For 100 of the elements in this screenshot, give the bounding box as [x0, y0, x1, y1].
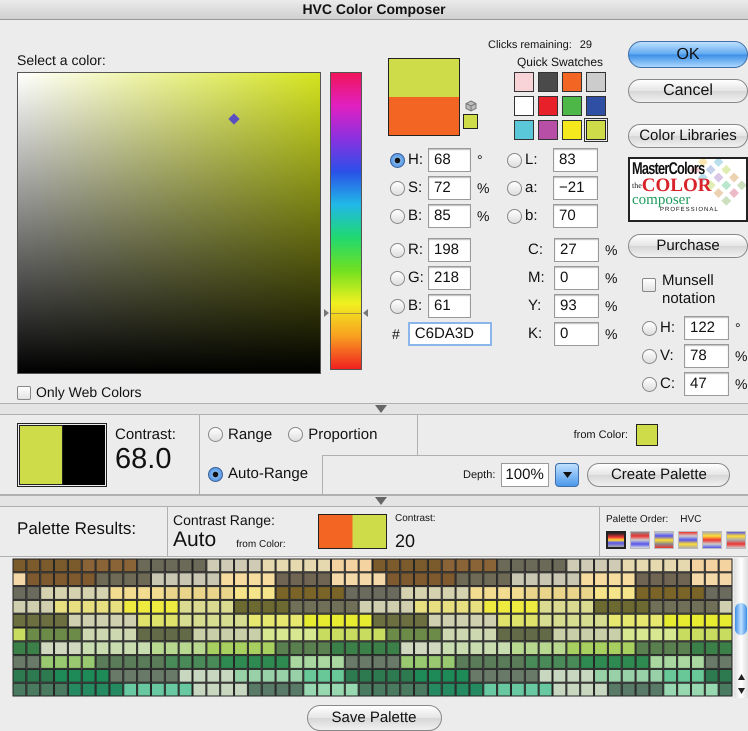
radio-button[interactable] [507, 180, 522, 196]
arrow-down-icon [738, 688, 744, 694]
input-field[interactable]: 68 [428, 148, 471, 172]
input-field[interactable]: 47 [684, 372, 729, 396]
field-label: Select a color: [17, 52, 107, 68]
radio-button[interactable] [507, 208, 522, 224]
unit-label: % [477, 206, 490, 226]
input-field[interactable]: 122 [684, 316, 729, 340]
input-field[interactable]: 85 [428, 204, 471, 228]
radio-button[interactable] [390, 298, 405, 314]
input-field[interactable]: 72 [428, 176, 471, 200]
input-field[interactable]: 70 [553, 204, 598, 228]
input-field[interactable]: 78 [684, 344, 729, 368]
quick-swatch[interactable] [586, 120, 606, 140]
radio-button[interactable] [390, 152, 405, 168]
contrast-label: Contrast: [395, 512, 436, 526]
palette-grid-drawing[interactable] [12, 558, 734, 698]
logo-subtitle: composer [632, 194, 690, 207]
quick-swatch[interactable] [562, 96, 582, 116]
create-palette-button[interactable]: Create Palette [587, 462, 730, 487]
input-field[interactable]: 83 [553, 148, 598, 172]
checkbox[interactable] [17, 386, 31, 400]
hue-slider[interactable] [330, 72, 362, 370]
radio-button[interactable] [208, 427, 223, 442]
hex-input-field[interactable]: C6DA3D [408, 322, 492, 346]
quick-swatch[interactable] [538, 120, 558, 140]
quick-swatch[interactable] [514, 72, 534, 92]
depth-label: Depth: [463, 468, 496, 482]
input-field[interactable]: 0 [554, 322, 599, 346]
radio-button[interactable] [642, 348, 657, 364]
quick-swatch[interactable] [586, 96, 606, 116]
quick-swatch[interactable] [586, 72, 606, 92]
unit-label: % [605, 268, 618, 288]
ok-button[interactable]: OK [628, 41, 748, 68]
cube-icon[interactable] [464, 100, 476, 112]
quick-swatch[interactable] [538, 72, 558, 92]
scroll-thumb[interactable] [735, 603, 747, 635]
slider-pointer-icon[interactable] [324, 309, 329, 318]
input-field[interactable]: 61 [428, 294, 471, 318]
slider-pointer-icon[interactable] [363, 309, 368, 318]
unit-label: % [605, 296, 618, 316]
arrow-up-icon [738, 674, 744, 680]
unit-label: % [735, 374, 748, 394]
field-label: C: [660, 374, 676, 394]
radio-button[interactable] [390, 270, 405, 286]
from-color-label: from Color: [236, 538, 286, 552]
contrast-swatch-pair [318, 514, 387, 549]
input-field[interactable]: 93 [554, 294, 599, 318]
picker-marker-icon[interactable] [228, 113, 240, 125]
input-field[interactable]: 27 [554, 238, 599, 262]
checkbox[interactable] [642, 278, 656, 292]
palette-order-option[interactable] [606, 531, 626, 549]
from-color-label: from Color: [574, 428, 628, 442]
web-safe-swatch [463, 114, 478, 129]
field-label: b: [525, 206, 539, 226]
quick-swatch[interactable] [562, 72, 582, 92]
radio-button[interactable] [642, 320, 657, 336]
radio-label: Proportion [308, 424, 378, 444]
radio-button[interactable] [390, 208, 405, 224]
radio-button[interactable] [642, 376, 657, 392]
depth-input-field[interactable]: 100% [501, 462, 550, 487]
radio-button[interactable] [507, 152, 522, 168]
field-label: B: [408, 206, 424, 226]
palette-order-label: Palette Order: [606, 514, 668, 526]
quick-swatch[interactable] [514, 120, 534, 140]
checkbox-label: Munsell notation [662, 272, 716, 308]
unit-label: % [605, 240, 618, 260]
quick-swatch[interactable] [538, 96, 558, 116]
input-field[interactable]: −21 [553, 176, 598, 200]
quick-swatch[interactable] [514, 96, 534, 116]
contrast-label: Contrast: [115, 426, 176, 444]
color-field[interactable] [17, 72, 321, 374]
hex-prefix: # [392, 324, 400, 344]
from-color-swatch [636, 424, 658, 446]
contrast-range-value: Auto [173, 528, 216, 552]
clicks-remaining-label: Clicks remaining: [488, 38, 572, 52]
divider-arrow-icon[interactable] [375, 497, 387, 505]
logo-brand: MasterColors [632, 160, 706, 178]
section-title: Palette Results: [17, 519, 136, 538]
cancel-button[interactable]: Cancel [628, 79, 748, 103]
field-label: V: [660, 346, 675, 366]
field-label: C: [528, 240, 544, 260]
input-field[interactable]: 0 [554, 266, 599, 290]
contrast-range-label: Contrast Range: [173, 512, 276, 528]
unit-label: % [477, 178, 490, 198]
color-libraries-button[interactable]: Color Libraries [628, 124, 748, 148]
save-palette-button[interactable]: Save Palette [306, 705, 442, 731]
input-field[interactable]: 198 [428, 238, 471, 262]
radio-button[interactable] [288, 427, 304, 442]
divider-arrow-icon[interactable] [375, 405, 387, 413]
field-label: L: [525, 150, 539, 170]
scrollbar[interactable] [734, 558, 748, 698]
radio-button[interactable] [208, 466, 223, 482]
input-field[interactable]: 218 [428, 266, 471, 290]
radio-button[interactable] [390, 180, 405, 196]
field-label: Y: [528, 296, 542, 316]
radio-button[interactable] [390, 242, 405, 258]
quick-swatch[interactable] [562, 120, 582, 140]
dropdown-button[interactable] [555, 462, 580, 487]
purchase-button[interactable]: Purchase [628, 234, 748, 258]
